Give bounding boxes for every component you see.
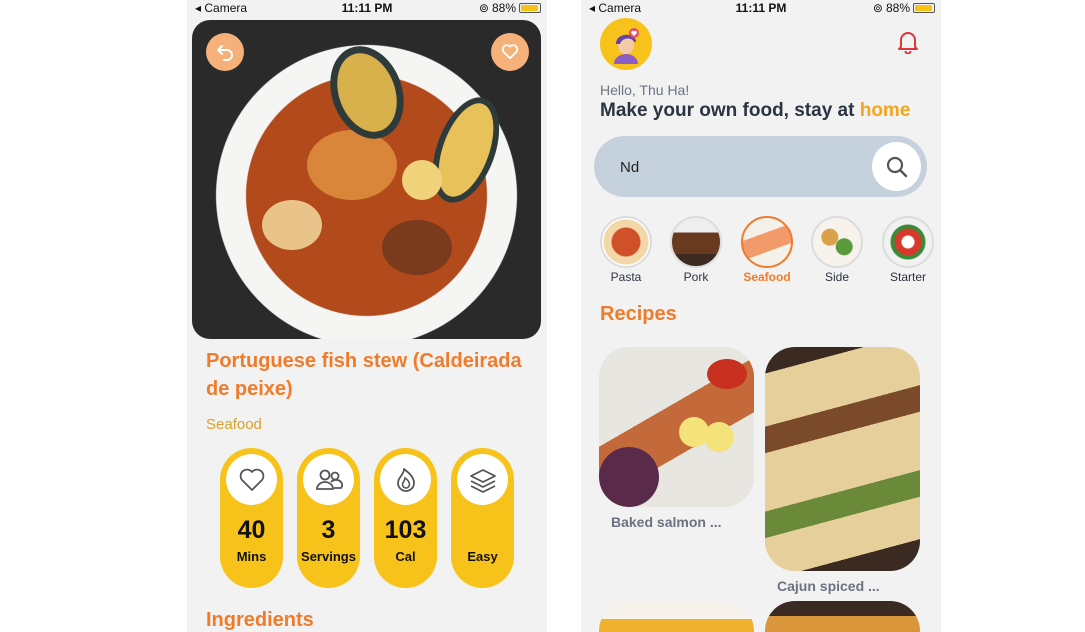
stat-value: 40 bbox=[237, 516, 266, 544]
heart-icon bbox=[226, 454, 277, 505]
people-icon bbox=[303, 454, 354, 505]
category-label: Pasta bbox=[610, 270, 642, 284]
greeting: Hello, Thu Ha! bbox=[600, 82, 690, 98]
notifications-button[interactable] bbox=[897, 30, 919, 59]
stat-unit: Cal bbox=[395, 549, 416, 564]
stat-calories: 103 Cal bbox=[374, 448, 437, 588]
battery-icon bbox=[519, 3, 541, 13]
category-label: Starter bbox=[889, 270, 926, 284]
flame-icon bbox=[380, 454, 431, 505]
recipe-card-baked-salmon[interactable] bbox=[599, 347, 754, 507]
side-thumbnail bbox=[811, 216, 863, 268]
search-input[interactable] bbox=[620, 156, 850, 178]
recipe-card-partial[interactable] bbox=[599, 601, 754, 632]
headline-accent: home bbox=[859, 100, 911, 121]
headline-main: Make your own food, stay at bbox=[600, 100, 860, 121]
headline: Make your own food, stay at home bbox=[600, 100, 910, 122]
recipe-category: Seafood bbox=[206, 416, 262, 433]
recipe-detail-screen: ◂ Camera 11:11 PM ⊚ 88% Portuguese fish … bbox=[187, 0, 547, 632]
stat-value: 3 bbox=[321, 516, 336, 544]
bell-icon bbox=[898, 32, 918, 55]
recipe-name: Baked salmon ... bbox=[611, 514, 722, 530]
rotation-lock-icon: ⊚ bbox=[478, 1, 489, 15]
recipe-name: Cajun spiced ... bbox=[777, 578, 880, 594]
ingredients-heading: Ingredients bbox=[206, 609, 314, 631]
pork-thumbnail bbox=[670, 216, 722, 268]
battery-percent: 88% bbox=[491, 1, 516, 15]
category-seafood[interactable]: Seafood bbox=[740, 216, 794, 284]
recipe-card-cajun-spiced[interactable] bbox=[765, 347, 920, 571]
status-bar: ◂ Camera 11:11 PM ⊚ 88% bbox=[581, 0, 941, 16]
starter-thumbnail bbox=[882, 216, 934, 268]
stat-unit: Easy bbox=[467, 549, 498, 564]
category-pork[interactable]: Pork bbox=[669, 216, 723, 284]
user-avatar-icon bbox=[614, 28, 639, 64]
favorite-button[interactable] bbox=[491, 33, 529, 71]
back-button[interactable] bbox=[206, 33, 244, 71]
category-pasta[interactable]: Pasta bbox=[599, 216, 653, 284]
category-starter[interactable]: Starter bbox=[881, 216, 935, 284]
category-label: Side bbox=[824, 270, 850, 284]
stat-time: 40 Mins bbox=[220, 448, 283, 588]
stat-unit: Servings bbox=[301, 549, 356, 564]
search-button[interactable] bbox=[872, 142, 921, 191]
category-side[interactable]: Side bbox=[810, 216, 864, 284]
battery-percent: 88% bbox=[885, 1, 910, 15]
rotation-lock-icon: ⊚ bbox=[872, 1, 883, 15]
recipe-title: Portuguese fish stew (Caldeirada de peix… bbox=[206, 350, 522, 400]
pasta-thumbnail bbox=[600, 216, 652, 268]
heart-icon bbox=[501, 44, 519, 60]
stat-servings: 3 Servings bbox=[297, 448, 360, 588]
avatar[interactable] bbox=[600, 18, 652, 70]
home-screen: ◂ Camera 11:11 PM ⊚ 88% Hello, Thu Ha! M… bbox=[581, 0, 941, 632]
search-bar bbox=[594, 136, 927, 197]
status-right: ⊚ 88% bbox=[479, 1, 541, 15]
recipes-heading: Recipes bbox=[600, 303, 677, 325]
layers-icon bbox=[457, 454, 508, 505]
recipe-card-partial[interactable] bbox=[765, 601, 920, 632]
status-bar: ◂ Camera 11:11 PM ⊚ 88% bbox=[187, 0, 547, 16]
category-label: Seafood bbox=[743, 270, 791, 284]
battery-icon bbox=[913, 3, 935, 13]
stat-value: 103 bbox=[384, 516, 427, 544]
category-label: Pork bbox=[683, 270, 709, 284]
stat-difficulty: Easy bbox=[451, 448, 514, 588]
search-icon bbox=[886, 156, 907, 177]
seafood-thumbnail bbox=[741, 216, 793, 268]
status-right: ⊚ 88% bbox=[873, 1, 935, 15]
back-arrow-icon bbox=[217, 45, 233, 61]
stat-unit: Mins bbox=[236, 549, 267, 564]
recipe-hero-image bbox=[192, 20, 541, 339]
